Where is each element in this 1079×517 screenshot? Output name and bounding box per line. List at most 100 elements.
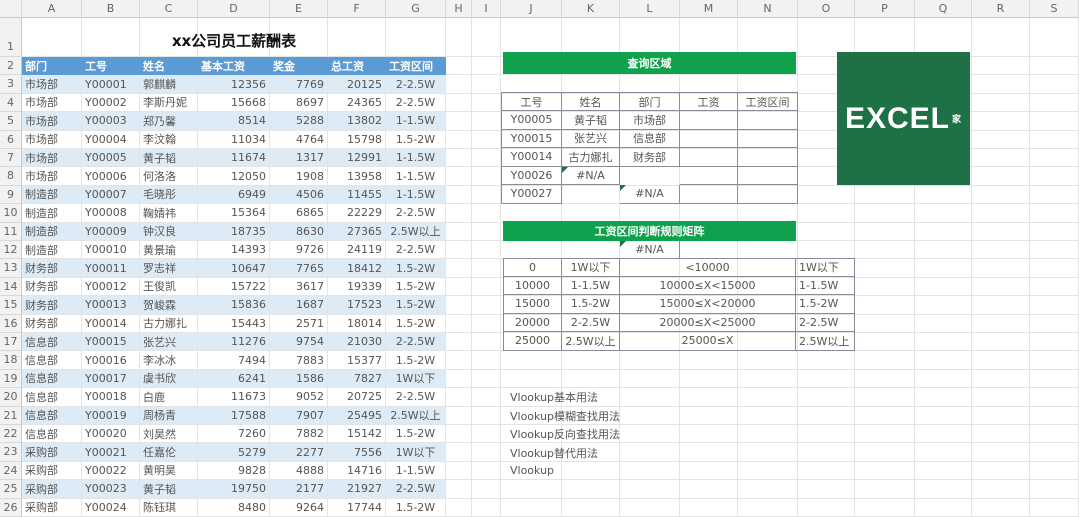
table-cell[interactable]: 黄子韬 bbox=[140, 480, 198, 499]
row-header-11[interactable]: 11 bbox=[0, 222, 22, 241]
cell[interactable] bbox=[1030, 18, 1079, 57]
table-cell[interactable]: 1.5-2W bbox=[386, 498, 446, 517]
cell[interactable] bbox=[446, 204, 472, 223]
table-cell[interactable]: 2-2.5W bbox=[386, 241, 446, 260]
cell[interactable] bbox=[915, 388, 972, 407]
cell[interactable] bbox=[472, 388, 501, 407]
cell[interactable] bbox=[972, 443, 1030, 462]
cell[interactable] bbox=[446, 406, 472, 425]
table-cell[interactable]: 李斯丹妮 bbox=[140, 93, 198, 113]
table-cell[interactable]: 15443 bbox=[198, 314, 270, 333]
table-cell[interactable]: 张艺兴 bbox=[140, 333, 198, 352]
row-header-14[interactable]: 14 bbox=[0, 277, 22, 297]
table-cell[interactable]: 信息部 bbox=[22, 406, 82, 425]
table-cell[interactable]: 2-2.5W bbox=[386, 480, 446, 499]
cell[interactable] bbox=[972, 185, 1030, 205]
table-cell[interactable]: 25495 bbox=[328, 406, 386, 425]
query-cell[interactable]: 黄子韬 bbox=[562, 111, 620, 130]
table-cell[interactable]: 6241 bbox=[198, 369, 270, 389]
table-cell[interactable]: Y00011 bbox=[82, 259, 140, 278]
cell[interactable] bbox=[472, 461, 501, 481]
column-header-K[interactable]: K bbox=[562, 0, 620, 18]
cell[interactable] bbox=[798, 498, 855, 517]
column-title-0[interactable]: 部门 bbox=[22, 57, 82, 76]
table-cell[interactable]: 19750 bbox=[198, 480, 270, 499]
cell[interactable] bbox=[501, 498, 562, 517]
table-cell[interactable]: 20125 bbox=[328, 75, 386, 94]
cell[interactable] bbox=[1030, 185, 1079, 205]
table-cell[interactable]: 制造部 bbox=[22, 204, 82, 223]
cell[interactable] bbox=[446, 130, 472, 149]
table-cell[interactable]: Y00010 bbox=[82, 241, 140, 260]
cell[interactable] bbox=[915, 498, 972, 517]
cell[interactable] bbox=[680, 498, 738, 517]
query-cell[interactable] bbox=[738, 166, 798, 185]
table-cell[interactable]: 22229 bbox=[328, 204, 386, 223]
table-cell[interactable]: 何洛洛 bbox=[140, 167, 198, 186]
table-cell[interactable]: 采购部 bbox=[22, 480, 82, 499]
row-header-3[interactable]: 3 bbox=[0, 75, 22, 94]
matrix-cell[interactable]: 2.5W以上 bbox=[796, 332, 855, 351]
cell[interactable] bbox=[562, 480, 620, 499]
row-header-15[interactable]: 15 bbox=[0, 296, 22, 315]
cell[interactable] bbox=[972, 461, 1030, 481]
cell[interactable] bbox=[1030, 296, 1079, 315]
cell[interactable] bbox=[855, 351, 915, 370]
table-cell[interactable]: 1.5-2W bbox=[386, 425, 446, 444]
table-cell[interactable]: 24365 bbox=[328, 93, 386, 113]
cell[interactable] bbox=[1030, 57, 1079, 76]
cell[interactable] bbox=[798, 480, 855, 499]
cell[interactable] bbox=[915, 443, 972, 462]
table-cell[interactable]: 10647 bbox=[198, 259, 270, 278]
note-link[interactable]: Vlookup替代用法 bbox=[507, 443, 707, 461]
table-cell[interactable]: Y00023 bbox=[82, 480, 140, 499]
cell[interactable] bbox=[1030, 443, 1079, 462]
table-cell[interactable]: Y00004 bbox=[82, 130, 140, 149]
matrix-cell[interactable]: 25000≤X bbox=[620, 332, 796, 351]
column-title-6[interactable]: 工资区间 bbox=[386, 57, 446, 76]
table-cell[interactable]: 市场部 bbox=[22, 149, 82, 168]
cell[interactable] bbox=[446, 333, 472, 352]
cell[interactable] bbox=[562, 185, 620, 205]
cell[interactable] bbox=[915, 296, 972, 315]
table-cell[interactable]: Y00016 bbox=[82, 351, 140, 370]
table-cell[interactable]: 采购部 bbox=[22, 498, 82, 517]
cell[interactable] bbox=[472, 167, 501, 186]
table-cell[interactable]: 17523 bbox=[328, 296, 386, 315]
table-cell[interactable]: 11673 bbox=[198, 388, 270, 407]
table-cell[interactable]: 鞠婧祎 bbox=[140, 204, 198, 223]
table-cell[interactable]: Y00014 bbox=[82, 314, 140, 333]
row-header-17[interactable]: 17 bbox=[0, 333, 22, 352]
table-cell[interactable]: 2.5W以上 bbox=[386, 406, 446, 425]
cell[interactable] bbox=[472, 425, 501, 444]
cell[interactable] bbox=[472, 296, 501, 315]
table-cell[interactable]: 24119 bbox=[328, 241, 386, 260]
table-cell[interactable]: 12991 bbox=[328, 149, 386, 168]
table-cell[interactable]: 市场部 bbox=[22, 130, 82, 149]
column-header-P[interactable]: P bbox=[855, 0, 915, 18]
query-cell[interactable]: Y00027 bbox=[501, 185, 562, 204]
table-cell[interactable]: Y00012 bbox=[82, 277, 140, 297]
row-header-13[interactable]: 13 bbox=[0, 259, 22, 278]
table-cell[interactable]: 1.5-2W bbox=[386, 351, 446, 370]
row-header-10[interactable]: 10 bbox=[0, 204, 22, 223]
matrix-cell[interactable]: 20000≤X<25000 bbox=[620, 313, 796, 332]
table-cell[interactable]: 8630 bbox=[270, 222, 328, 241]
cell[interactable] bbox=[738, 369, 798, 389]
cell[interactable] bbox=[1030, 167, 1079, 186]
row-header-7[interactable]: 7 bbox=[0, 149, 22, 168]
table-cell[interactable]: 1-1.5W bbox=[386, 167, 446, 186]
query-cell[interactable]: #N/A bbox=[620, 240, 680, 259]
query-cell[interactable]: 信息部 bbox=[620, 129, 680, 148]
column-header-L[interactable]: L bbox=[620, 0, 680, 18]
table-cell[interactable]: 19339 bbox=[328, 277, 386, 297]
table-cell[interactable]: 2-2.5W bbox=[386, 333, 446, 352]
cell[interactable] bbox=[446, 296, 472, 315]
table-cell[interactable]: 6949 bbox=[198, 185, 270, 205]
cell[interactable] bbox=[972, 75, 1030, 94]
table-cell[interactable]: 18014 bbox=[328, 314, 386, 333]
cell[interactable] bbox=[446, 57, 472, 76]
table-cell[interactable]: 1W以下 bbox=[386, 369, 446, 389]
cell[interactable] bbox=[972, 130, 1030, 149]
table-cell[interactable]: 财务部 bbox=[22, 314, 82, 333]
